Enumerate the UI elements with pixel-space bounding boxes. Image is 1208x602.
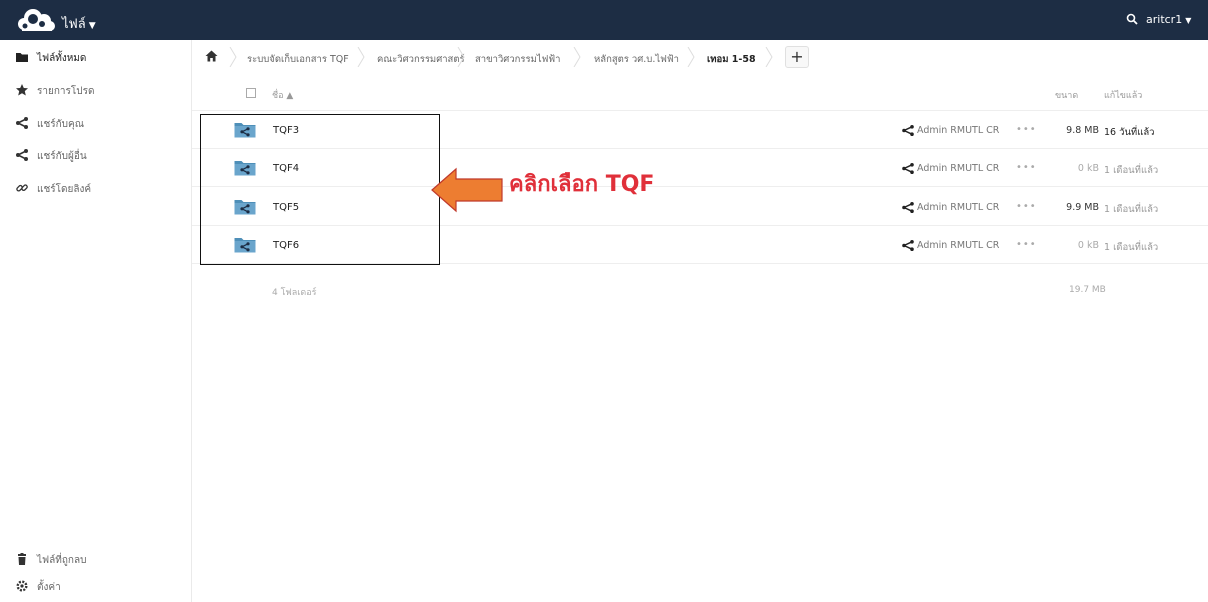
column-name-header[interactable]: ชื่อ ▲: [272, 88, 293, 102]
file-size: 9.9 MB: [1066, 202, 1099, 213]
more-actions-button[interactable]: •••: [1016, 201, 1037, 212]
sidebar-item-shared-with-you[interactable]: แชร์กับคุณ: [0, 106, 191, 138]
sidebar-item-label: รายการโปรด: [37, 86, 95, 97]
top-bar: ไฟล์ ▼ aritcr1 ▼: [0, 0, 1208, 40]
breadcrumb-separator: [765, 47, 773, 67]
caret-down-icon: ▼: [88, 21, 96, 31]
app-title: ไฟล์: [62, 17, 86, 32]
file-modified: 1 เดือนที่แล้ว: [1104, 242, 1159, 253]
annotation-text-bold: TQF: [605, 172, 655, 197]
file-modified: 1 เดือนที่แล้ว: [1104, 204, 1159, 215]
column-size-header[interactable]: ขนาด: [1055, 88, 1078, 102]
annotation-arrow-left-icon: [431, 167, 503, 213]
breadcrumb: ระบบจัดเก็บเอกสาร TQF คณะวิศวกรรมศาสตร์ …: [192, 40, 1208, 74]
file-size: 9.8 MB: [1066, 125, 1099, 136]
app-menu[interactable]: ไฟล์ ▼: [62, 13, 96, 34]
gear-icon: [16, 580, 28, 592]
more-actions-button[interactable]: •••: [1016, 124, 1037, 135]
link-icon: [16, 184, 28, 192]
sidebar-item-label: ตั้งค่า: [37, 582, 61, 593]
breadcrumb-separator: [357, 47, 365, 67]
more-actions-button[interactable]: •••: [1016, 162, 1037, 173]
breadcrumb-separator: [687, 47, 695, 67]
home-icon[interactable]: [205, 50, 218, 62]
annotation-highlight-box: [200, 114, 440, 265]
sidebar: ไฟล์ทั้งหมด รายการโปรด แชร์กับคุณ แชร์กั…: [0, 40, 192, 602]
file-modified: 16 วันที่แล้ว: [1104, 127, 1155, 138]
breadcrumb-item[interactable]: สาขาวิศวกรรมไฟฟ้า: [475, 52, 560, 67]
breadcrumb-separator: [457, 47, 465, 67]
share-owner[interactable]: Admin RMUTL CR: [917, 202, 999, 213]
trash-icon: [18, 553, 26, 565]
share-icon: [16, 117, 28, 129]
sidebar-item-favorites[interactable]: รายการโปรด: [0, 73, 191, 105]
breadcrumb-separator: [229, 47, 237, 67]
plus-icon: +: [790, 47, 804, 66]
share-owner[interactable]: Admin RMUTL CR: [917, 240, 999, 251]
file-list-header: ชื่อ ▲ ขนาด แก้ไขแล้ว: [192, 74, 1208, 111]
sidebar-item-settings[interactable]: ตั้งค่า: [0, 569, 191, 601]
folder-icon: [16, 53, 28, 62]
sidebar-item-label: ไฟล์ที่ถูกลบ: [37, 555, 87, 566]
sidebar-item-all-files[interactable]: ไฟล์ทั้งหมด: [0, 40, 191, 72]
file-modified: 1 เดือนที่แล้ว: [1104, 165, 1159, 176]
new-button[interactable]: +: [785, 46, 809, 68]
sidebar-item-label: แชร์กับคุณ: [37, 119, 84, 130]
share-owner[interactable]: Admin RMUTL CR: [917, 125, 999, 136]
file-size: 0 kB: [1077, 163, 1099, 174]
share-icon[interactable]: [902, 240, 914, 251]
summary-folder-count: 4 โฟลเดอร์: [272, 288, 317, 298]
user-name: aritcr1: [1146, 13, 1183, 26]
sidebar-item-shared-by-link[interactable]: แชร์โดยลิงค์: [0, 171, 191, 203]
sidebar-item-label: ไฟล์ทั้งหมด: [37, 53, 87, 64]
breadcrumb-item[interactable]: หลักสูตร วศ.บ.ไฟฟ้า: [594, 52, 679, 67]
share-owner[interactable]: Admin RMUTL CR: [917, 163, 999, 174]
annotation-text: คลิกเลือก: [509, 172, 606, 197]
breadcrumb-item[interactable]: คณะวิศวกรรมศาสตร์: [377, 52, 465, 67]
breadcrumb-item[interactable]: ระบบจัดเก็บเอกสาร TQF: [247, 52, 349, 67]
sidebar-item-label: แชร์กับผู้อื่น: [37, 151, 87, 162]
sidebar-item-label: แชร์โดยลิงค์: [37, 184, 92, 195]
share-icon[interactable]: [902, 163, 914, 174]
star-icon: [16, 84, 28, 96]
sidebar-item-shared-with-others[interactable]: แชร์กับผู้อื่น: [0, 138, 191, 170]
file-size: 0 kB: [1077, 240, 1099, 251]
more-actions-button[interactable]: •••: [1016, 239, 1037, 250]
share-icon: [16, 149, 28, 161]
summary-total-size: 19.7 MB: [1069, 285, 1106, 295]
share-icon[interactable]: [902, 125, 914, 136]
breadcrumb-current[interactable]: เทอม 1-58: [707, 52, 756, 67]
user-menu[interactable]: aritcr1 ▼: [1146, 13, 1191, 26]
share-icon[interactable]: [902, 202, 914, 213]
user-caret-icon: ▼: [1185, 16, 1192, 25]
owncloud-logo[interactable]: [16, 7, 58, 33]
annotation-label: คลิกเลือก TQF: [509, 166, 654, 201]
breadcrumb-separator: [573, 47, 581, 67]
search-icon[interactable]: [1126, 13, 1138, 25]
column-modified-header[interactable]: แก้ไขแล้ว: [1104, 88, 1142, 102]
select-all-checkbox[interactable]: [246, 88, 256, 98]
